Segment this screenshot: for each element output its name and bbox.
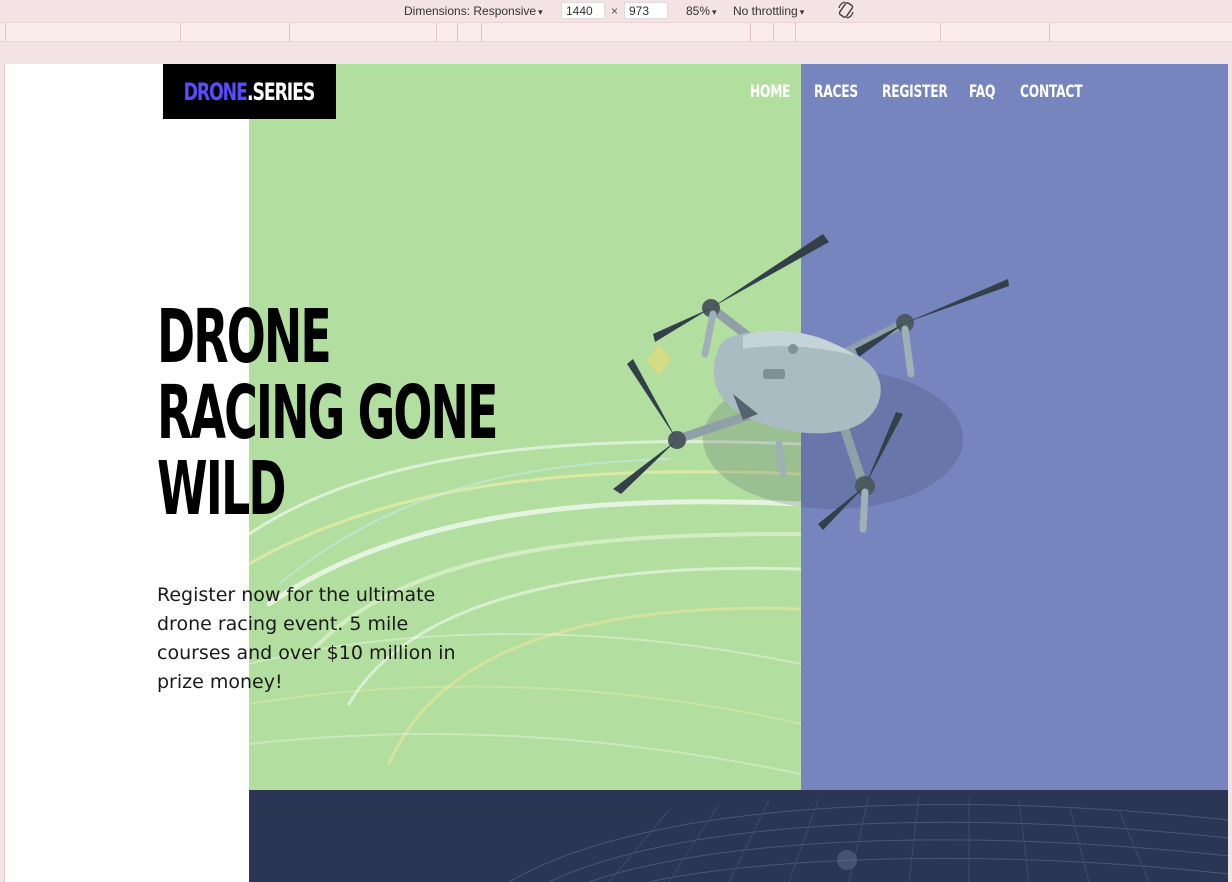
toolbar-gap — [0, 43, 1232, 64]
media-query-ruler[interactable] — [0, 22, 1232, 42]
zoom-dropdown[interactable]: 85% ▾ — [686, 4, 717, 18]
throttling-dropdown[interactable]: No throttling ▾ — [733, 4, 804, 18]
ruler-tick — [481, 23, 482, 42]
ruler-tick — [457, 23, 458, 42]
width-input[interactable]: 1440 — [561, 2, 605, 19]
hero-headline: DRONE RACING GONE WILD — [157, 299, 597, 527]
height-input[interactable]: 973 — [624, 2, 668, 19]
rotate-icon[interactable] — [836, 0, 856, 20]
devtools-device-toolbar: Dimensions: Responsive ▾ 1440 × 973 85% ▾ … — [0, 0, 1232, 22]
dimensions-label: Dimensions: Responsive — [404, 4, 537, 18]
throttling-value: No throttling — [733, 4, 798, 18]
ruler-tick — [750, 23, 751, 42]
headline-line-3: WILD — [157, 446, 286, 532]
zoom-caret-icon: ▾ — [712, 7, 717, 17]
ruler-tick — [940, 23, 941, 42]
hero-description: Register now for the ultimate drone raci… — [157, 584, 456, 693]
nav-home-link[interactable]: HOME — [750, 82, 796, 102]
dimensions-caret-icon: ▾ — [538, 7, 543, 17]
ruler-tick — [289, 23, 290, 42]
ruler-tick — [5, 23, 6, 42]
main-nav: HOME RACES REGISTER FAQ CONTACT — [750, 82, 1090, 102]
logo-secondary-text: .SERIES — [246, 77, 315, 106]
zoom-value: 85% — [686, 4, 711, 18]
ruler-tick — [1049, 23, 1050, 42]
nav-contact-link[interactable]: CONTACT — [1020, 82, 1083, 102]
throttling-caret-icon: ▾ — [799, 7, 805, 17]
nav-register-link[interactable]: REGISTER — [882, 82, 948, 102]
logo-primary-text: DRONE — [183, 77, 247, 106]
headline-line-2: RACING GONE — [157, 370, 498, 456]
site-logo[interactable]: DRONE .SERIES — [163, 64, 336, 119]
ruler-tick — [773, 23, 774, 42]
stadium-section — [249, 790, 1228, 882]
dimension-separator: × — [611, 4, 619, 18]
nav-faq-link[interactable]: FAQ — [969, 82, 1006, 102]
drone-image — [613, 234, 1009, 533]
stadium-roof-image — [508, 795, 1228, 882]
ruler-tick — [795, 23, 796, 42]
ruler-tick — [180, 23, 181, 42]
nav-races-link[interactable]: RACES — [814, 82, 863, 102]
ruler-tick — [436, 23, 437, 42]
headline-line-1: DRONE — [157, 294, 332, 380]
dimensions-dropdown[interactable]: Dimensions: Responsive ▾ — [404, 4, 543, 18]
page-viewport: DRONE .SERIES HOME RACES REGISTER FAQ CON… — [4, 64, 1228, 882]
